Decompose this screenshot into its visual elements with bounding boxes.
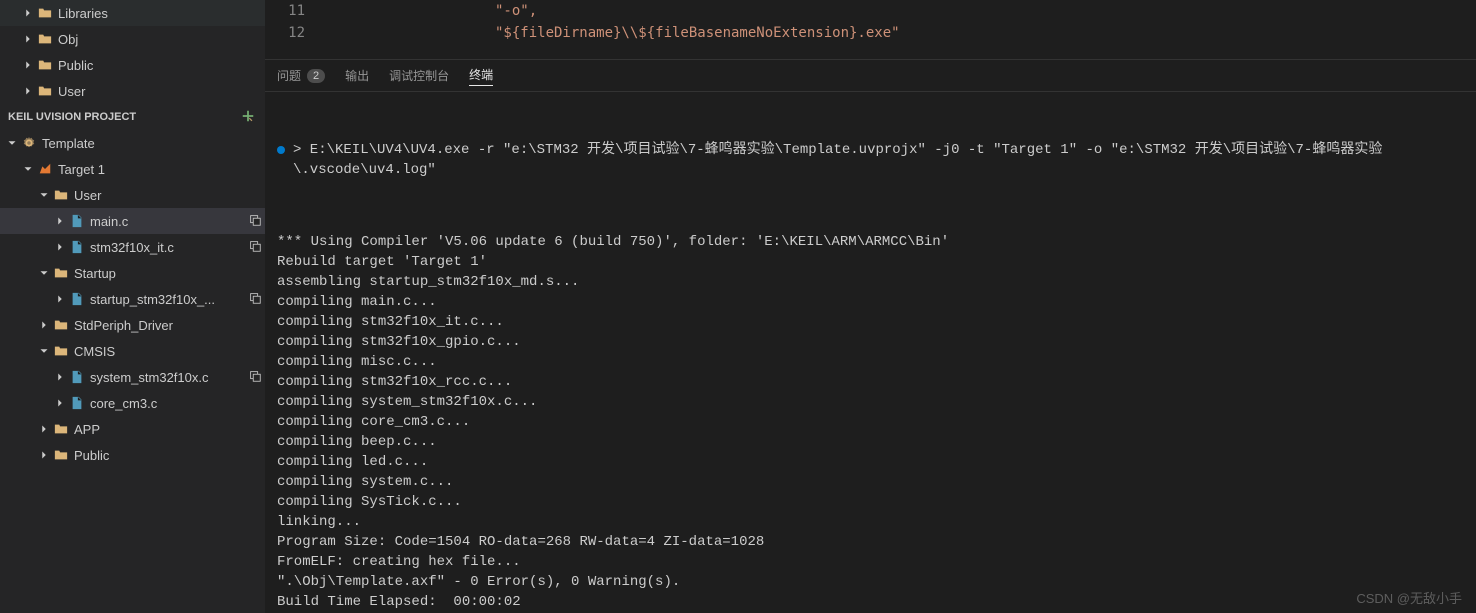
tree-item-label: main.c xyxy=(90,214,128,229)
tree-item-app[interactable]: APP xyxy=(0,416,265,442)
line-gutter: 11 12 xyxy=(265,0,325,59)
task-indicator-dot xyxy=(277,146,285,154)
duplicate-icon[interactable] xyxy=(245,213,265,230)
tree-item-target-1[interactable]: Target 1 xyxy=(0,156,265,182)
tree-item-template[interactable]: Template xyxy=(0,130,265,156)
chevron-down-icon[interactable] xyxy=(36,188,52,202)
file-icon xyxy=(68,214,86,228)
folder-icon xyxy=(52,448,70,462)
gear-icon xyxy=(20,136,38,150)
tree-item-label: User xyxy=(74,188,101,203)
tree-item-label: StdPeriph_Driver xyxy=(74,318,173,333)
section-header-keil[interactable]: KEIL UVISION PROJECT xyxy=(0,104,265,130)
code-string: "${fileDirname}\\${fileBasenameNoExtensi… xyxy=(495,25,900,41)
section-title: KEIL UVISION PROJECT xyxy=(8,111,136,123)
folder-icon xyxy=(52,188,70,202)
tree-item-stdperiph-driver[interactable]: StdPeriph_Driver xyxy=(0,312,265,338)
tree-item-obj[interactable]: Obj xyxy=(0,26,265,52)
tab-debug-console[interactable]: 调试控制台 xyxy=(389,67,449,84)
tree-item-stm32f10x-it-c[interactable]: stm32f10x_it.c xyxy=(0,234,265,260)
tree-item-label: Target 1 xyxy=(58,162,105,177)
tree-item-label: APP xyxy=(74,422,100,437)
target-icon xyxy=(36,162,54,176)
tab-terminal[interactable]: 终端 xyxy=(469,66,493,86)
chevron-right-icon[interactable] xyxy=(36,318,52,332)
line-number: 12 xyxy=(265,22,305,44)
folder-icon xyxy=(52,344,70,358)
chevron-down-icon[interactable] xyxy=(4,136,20,150)
duplicate-icon[interactable] xyxy=(245,369,265,386)
chevron-down-icon[interactable] xyxy=(36,344,52,358)
tree-item-system-stm32f10x-c[interactable]: system_stm32f10x.c xyxy=(0,364,265,390)
line-number: 11 xyxy=(265,0,305,22)
folder-icon xyxy=(36,58,54,72)
folder-icon xyxy=(36,32,54,46)
code-content: "-o", "${fileDirname}\\${fileBasenameNoE… xyxy=(325,0,900,59)
tree-item-startup[interactable]: Startup xyxy=(0,260,265,286)
terminal-output: *** Using Compiler 'V5.06 update 6 (buil… xyxy=(277,232,1464,612)
tree-item-label: Public xyxy=(58,58,93,73)
tree-item-cmsis[interactable]: CMSIS xyxy=(0,338,265,364)
tree-item-public[interactable]: Public xyxy=(0,52,265,78)
chevron-right-icon[interactable] xyxy=(36,422,52,436)
add-icon[interactable] xyxy=(241,109,257,125)
terminal[interactable]: > E:\KEIL\UV4\UV4.exe -r "e:\STM32 开发\项目… xyxy=(265,92,1476,613)
terminal-command: > E:\KEIL\UV4\UV4.exe -r "e:\STM32 开发\项目… xyxy=(293,140,1464,180)
file-icon xyxy=(68,370,86,384)
folder-icon xyxy=(52,318,70,332)
tree-item-label: CMSIS xyxy=(74,344,115,359)
duplicate-icon[interactable] xyxy=(245,291,265,308)
tree-item-label: core_cm3.c xyxy=(90,396,157,411)
tree-item-label: Public xyxy=(74,448,109,463)
tree-item-label: system_stm32f10x.c xyxy=(90,370,209,385)
chevron-right-icon[interactable] xyxy=(52,292,68,306)
chevron-right-icon[interactable] xyxy=(52,370,68,384)
chevron-down-icon[interactable] xyxy=(20,162,36,176)
problems-badge: 2 xyxy=(307,69,325,83)
duplicate-icon[interactable] xyxy=(245,239,265,256)
chevron-right-icon[interactable] xyxy=(20,84,36,98)
chevron-right-icon[interactable] xyxy=(36,448,52,462)
folder-icon xyxy=(52,422,70,436)
main-area: 11 12 "-o", "${fileDirname}\\${fileBasen… xyxy=(265,0,1476,613)
tree-item-label: stm32f10x_it.c xyxy=(90,240,174,255)
tree-item-label: User xyxy=(58,84,85,99)
tree-item-label: Startup xyxy=(74,266,116,281)
code-editor[interactable]: 11 12 "-o", "${fileDirname}\\${fileBasen… xyxy=(265,0,1476,60)
chevron-right-icon[interactable] xyxy=(20,58,36,72)
tree-item-user[interactable]: User xyxy=(0,182,265,208)
file-icon xyxy=(68,240,86,254)
chevron-right-icon[interactable] xyxy=(52,396,68,410)
explorer-tree: Libraries Obj Public User xyxy=(0,0,265,104)
tree-item-startup-stm32f10x-[interactable]: startup_stm32f10x_... xyxy=(0,286,265,312)
code-string: "-o", xyxy=(495,3,537,19)
tree-item-label: Obj xyxy=(58,32,78,47)
file-icon xyxy=(68,396,86,410)
tree-item-user[interactable]: User xyxy=(0,78,265,104)
tree-item-public[interactable]: Public xyxy=(0,442,265,468)
panel-tabs: 问题 2 输出 调试控制台 终端 xyxy=(265,60,1476,92)
folder-icon xyxy=(36,84,54,98)
project-tree: Template Target 1 User main.c stm32f10x_it.c… xyxy=(0,130,265,468)
tab-output[interactable]: 输出 xyxy=(345,67,369,84)
folder-icon xyxy=(36,6,54,20)
tree-item-libraries[interactable]: Libraries xyxy=(0,0,265,26)
chevron-right-icon[interactable] xyxy=(20,32,36,46)
tree-item-label: Template xyxy=(42,136,95,151)
tab-problems[interactable]: 问题 2 xyxy=(277,67,325,84)
sidebar: Libraries Obj Public User KEIL UVISION PROJ… xyxy=(0,0,265,613)
tree-item-label: startup_stm32f10x_... xyxy=(90,292,215,307)
chevron-right-icon[interactable] xyxy=(52,214,68,228)
chevron-right-icon[interactable] xyxy=(52,240,68,254)
chevron-down-icon[interactable] xyxy=(36,266,52,280)
chevron-right-icon[interactable] xyxy=(20,6,36,20)
tree-item-label: Libraries xyxy=(58,6,108,21)
tree-item-main-c[interactable]: main.c xyxy=(0,208,265,234)
tree-item-core-cm3-c[interactable]: core_cm3.c xyxy=(0,390,265,416)
folder-icon xyxy=(52,266,70,280)
watermark: CSDN @无敌小手 xyxy=(1356,588,1462,607)
file-icon xyxy=(68,292,86,306)
